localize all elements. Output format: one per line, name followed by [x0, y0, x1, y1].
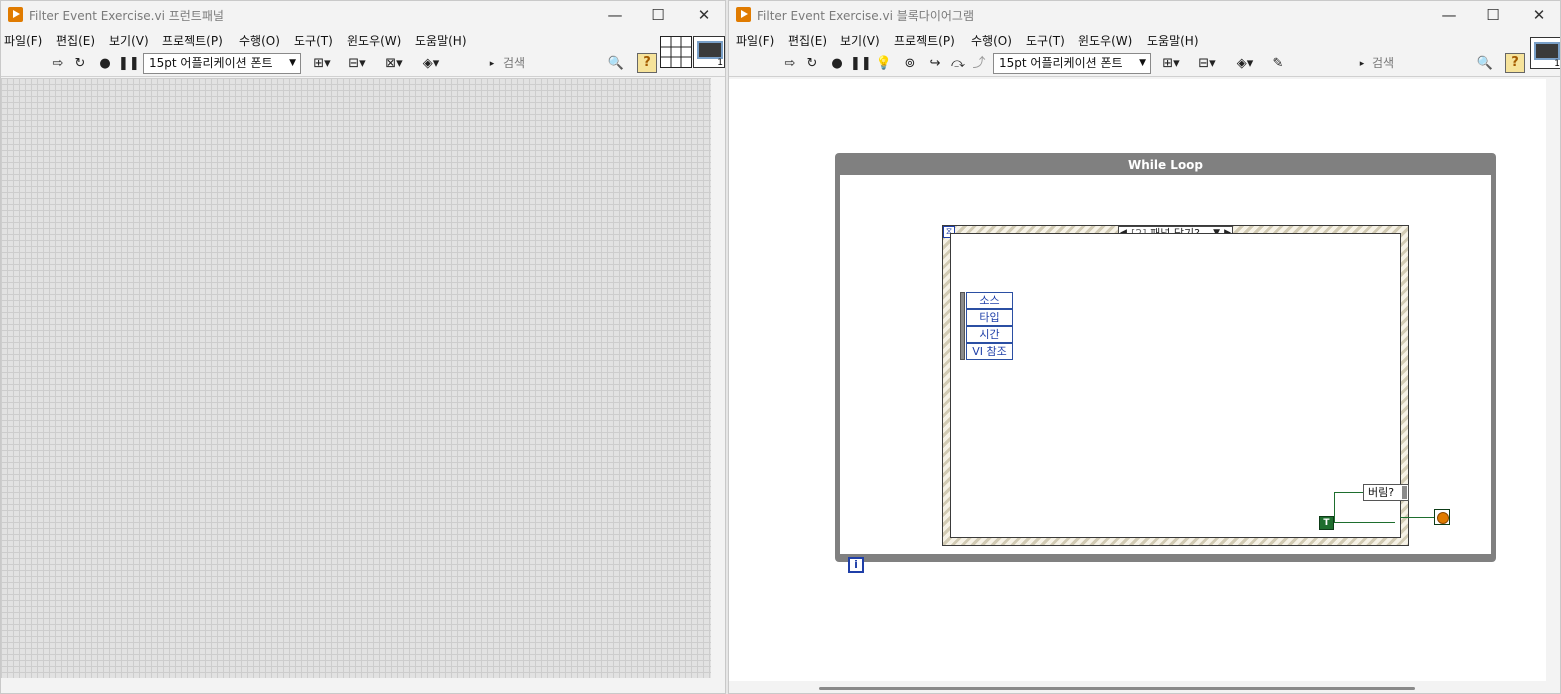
close-button[interactable]: ✕ [1517, 3, 1560, 27]
distribute-objects-icon[interactable]: ⊟▾ [1194, 55, 1220, 73]
menu-window[interactable]: 윈도우(W) [1078, 32, 1132, 49]
iteration-terminal[interactable]: i [848, 557, 864, 573]
toolbar: ⇨ ↻ ● ❚❚ 15pt 어플리케이션 폰트 ▼ ⊞▾ ⊟▾ ⊠▾ ◈▾ ▸ 검… [1, 51, 725, 77]
font-dropdown[interactable]: 15pt 어플리케이션 폰트 ▼ [993, 53, 1151, 74]
search-icon[interactable]: 🔍 [1476, 55, 1494, 73]
labview-vi-icon [8, 7, 23, 22]
event-case-body[interactable]: 소스 타입 시간 VI 참조 버림? T [950, 233, 1409, 538]
step-out-icon[interactable]: ⤴ [970, 55, 988, 73]
labview-vi-icon [736, 7, 751, 22]
context-help-button[interactable]: ? [637, 53, 657, 73]
close-button[interactable]: ✕ [682, 3, 725, 27]
window-title: Filter Event Exercise.vi 프런트패널 [29, 9, 224, 23]
minimize-button[interactable]: — [593, 3, 637, 27]
toolbar: ⇨ ↻ ● ❚❚ 💡 ⊚ ↪ ⤼ ⤴ 15pt 어플리케이션 폰트 ▼ ⊞▾ ⊟▾… [729, 51, 1560, 77]
vertical-scrollbar[interactable] [1546, 79, 1560, 681]
minimize-button[interactable]: — [1427, 3, 1471, 27]
event-field-time[interactable]: 시간 [966, 326, 1013, 343]
event-field-source[interactable]: 소스 [966, 292, 1013, 309]
block-diagram-canvas[interactable]: While Loop ⧖ ◀ [2] 패널 닫기? ▼ ▶ 소스 타입 [729, 79, 1547, 681]
run-continuously-icon[interactable]: ↻ [803, 55, 821, 73]
chevron-down-icon: ▼ [1139, 58, 1146, 68]
search-expand-icon[interactable]: ▸ [487, 55, 497, 73]
maximize-button[interactable]: ☐ [1471, 3, 1515, 27]
event-field-vi-ref[interactable]: VI 참조 [966, 343, 1013, 360]
menu-file[interactable]: 파일(F) [736, 32, 774, 49]
menu-project[interactable]: 프로젝트(P) [162, 32, 223, 49]
run-arrow-icon[interactable]: ⇨ [49, 55, 67, 73]
chevron-down-icon: ▼ [289, 58, 296, 68]
event-field-type[interactable]: 타입 [966, 309, 1013, 326]
title-bar[interactable]: Filter Event Exercise.vi 블록다이어그램 — ☐ ✕ [729, 1, 1560, 29]
search-expand-icon[interactable]: ▸ [1357, 55, 1367, 73]
menu-project[interactable]: 프로젝트(P) [894, 32, 955, 49]
distribute-objects-icon[interactable]: ⊟▾ [344, 55, 370, 73]
abort-icon[interactable]: ● [96, 55, 114, 73]
block-diagram-window: Filter Event Exercise.vi 블록다이어그램 — ☐ ✕ 파… [728, 0, 1561, 694]
clean-up-diagram-icon[interactable]: ✎ [1269, 55, 1287, 73]
menu-view[interactable]: 보기(V) [840, 32, 880, 49]
stop-terminal[interactable] [1434, 509, 1450, 525]
while-loop[interactable]: While Loop ⧖ ◀ [2] 패널 닫기? ▼ ▶ 소스 타입 [835, 153, 1496, 573]
discard-terminal[interactable]: 버림? [1363, 484, 1409, 501]
align-objects-icon[interactable]: ⊞▾ [309, 55, 335, 73]
menu-file[interactable]: 파일(F) [4, 32, 42, 49]
menu-bar: 파일(F) 편집(E) 보기(V) 프로젝트(P) 수행(O) 도구(T) 윈도… [1, 29, 725, 51]
align-objects-icon[interactable]: ⊞▾ [1158, 55, 1184, 73]
boolean-wire-to-discard[interactable] [1334, 492, 1363, 493]
run-arrow-icon[interactable]: ⇨ [781, 55, 799, 73]
true-constant[interactable]: T [1319, 516, 1334, 530]
stop-wire[interactable] [1400, 517, 1434, 518]
event-data-node-bar[interactable] [960, 292, 965, 360]
menu-tools[interactable]: 도구(T) [1026, 32, 1065, 49]
pause-icon[interactable]: ❚❚ [850, 55, 872, 73]
menu-help[interactable]: 도움말(H) [1147, 32, 1199, 49]
menu-operate[interactable]: 수행(O) [239, 32, 280, 49]
title-bar[interactable]: Filter Event Exercise.vi 프런트패널 — ☐ ✕ [1, 1, 725, 29]
menu-tools[interactable]: 도구(T) [294, 32, 333, 49]
reorder-icon[interactable]: ◈▾ [1232, 55, 1258, 73]
boolean-wire-branch[interactable] [1334, 492, 1335, 523]
step-into-icon[interactable]: ↪ [926, 55, 944, 73]
run-continuously-icon[interactable]: ↻ [71, 55, 89, 73]
horizontal-scrollbar[interactable] [819, 687, 1415, 690]
context-help-button[interactable]: ? [1505, 53, 1525, 73]
vertical-scrollbar[interactable] [711, 78, 725, 678]
step-over-icon[interactable]: ⤼ [949, 55, 967, 73]
front-panel-window: Filter Event Exercise.vi 프런트패널 — ☐ ✕ 파일(… [0, 0, 726, 694]
resize-objects-icon[interactable]: ⊠▾ [381, 55, 407, 73]
while-loop-label: While Loop [1127, 158, 1204, 172]
menu-help[interactable]: 도움말(H) [415, 32, 467, 49]
highlight-execution-icon[interactable]: 💡 [875, 55, 893, 73]
menu-window[interactable]: 윈도우(W) [347, 32, 401, 49]
reorder-icon[interactable]: ◈▾ [418, 55, 444, 73]
retain-wire-values-icon[interactable]: ⊚ [901, 55, 919, 73]
search-icon[interactable]: 🔍 [607, 55, 625, 73]
abort-icon[interactable]: ● [828, 55, 846, 73]
while-loop-body[interactable]: ⧖ ◀ [2] 패널 닫기? ▼ ▶ 소스 타입 시간 VI 참조 [840, 175, 1491, 573]
menu-edit[interactable]: 편집(E) [56, 32, 95, 49]
window-title: Filter Event Exercise.vi 블록다이어그램 [757, 9, 975, 23]
font-dropdown[interactable]: 15pt 어플리케이션 폰트 ▼ [143, 53, 301, 74]
front-panel-canvas[interactable] [1, 78, 711, 678]
pause-icon[interactable]: ❚❚ [118, 55, 140, 73]
boolean-wire[interactable] [1334, 522, 1395, 523]
menu-bar: 파일(F) 편집(E) 보기(V) 프로젝트(P) 수행(O) 도구(T) 윈도… [729, 29, 1560, 51]
menu-operate[interactable]: 수행(O) [971, 32, 1012, 49]
event-structure[interactable]: ⧖ ◀ [2] 패널 닫기? ▼ ▶ 소스 타입 시간 VI 참조 [942, 225, 1409, 546]
menu-view[interactable]: 보기(V) [109, 32, 149, 49]
search-input[interactable]: 검색 [1372, 53, 1482, 74]
maximize-button[interactable]: ☐ [636, 3, 680, 27]
menu-edit[interactable]: 편집(E) [788, 32, 827, 49]
